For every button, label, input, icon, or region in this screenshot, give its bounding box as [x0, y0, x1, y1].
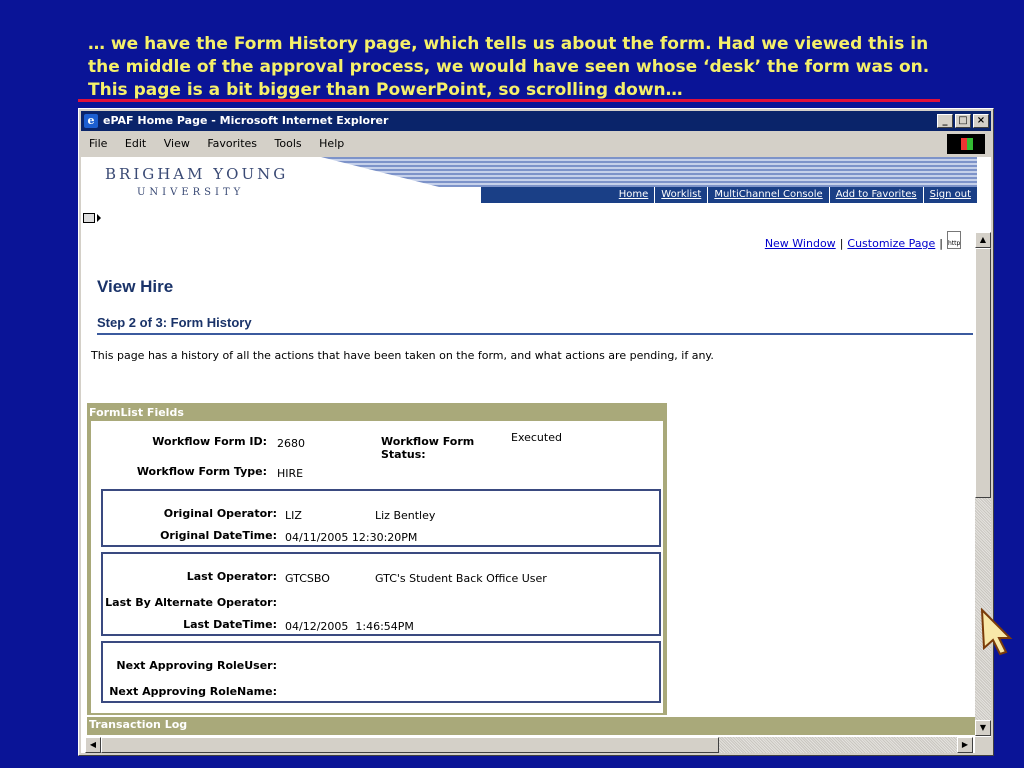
menu-favorites[interactable]: Favorites: [207, 137, 257, 150]
workflow-form-id-label: Workflow Form ID:: [152, 435, 267, 448]
step-title: Step 2 of 3: Form History: [97, 315, 252, 330]
byu-logo-line1: BRIGHAM YOUNG: [105, 165, 289, 183]
transaction-log-header: Transaction Log: [87, 717, 977, 735]
customize-page-link[interactable]: Customize Page: [847, 237, 935, 250]
page-content: BRIGHAM YOUNG UNIVERSITY Home Worklist M…: [81, 157, 991, 753]
last-alternate-operator-label: Last By Alternate Operator:: [105, 596, 277, 609]
caption-underline: [78, 99, 940, 102]
close-button[interactable]: ×: [973, 114, 989, 128]
workflow-form-type-label: Workflow Form Type:: [136, 465, 267, 478]
horizontal-scrollbar[interactable]: ◀ ▶: [85, 737, 973, 753]
banner-stripes: [321, 157, 977, 187]
byu-logo-line2: UNIVERSITY: [137, 187, 245, 198]
transaction-log-title: Transaction Log: [89, 718, 188, 731]
workflow-form-status-value: Executed: [511, 431, 562, 444]
scroll-up-button[interactable]: ▲: [975, 232, 991, 248]
next-approving-rolename-label: Next Approving RoleName:: [109, 685, 277, 698]
last-operator-label: Last Operator:: [186, 570, 277, 583]
original-operator-box: Original Operator: LIZ Liz Bentley Origi…: [101, 489, 661, 547]
workflow-form-id-value: 2680: [277, 437, 305, 450]
minimize-button[interactable]: _: [937, 114, 953, 128]
title-bar: e ePAF Home Page - Microsoft Internet Ex…: [81, 111, 991, 131]
workflow-form-type-value: HIRE: [277, 467, 304, 480]
page-title: View Hire: [97, 277, 174, 296]
scroll-right-button[interactable]: ▶: [957, 737, 973, 753]
nav-worklist-link[interactable]: Worklist: [654, 187, 707, 203]
horizontal-scroll-thumb[interactable]: [101, 737, 719, 753]
window-title: ePAF Home Page - Microsoft Internet Expl…: [103, 114, 389, 127]
menu-tools[interactable]: Tools: [275, 137, 302, 150]
last-operator-id: GTCSBO: [285, 572, 330, 585]
step-divider: [97, 333, 973, 335]
byu-banner: BRIGHAM YOUNG UNIVERSITY Home Worklist M…: [81, 157, 977, 209]
formlist-header: FormList Fields: [89, 406, 184, 419]
scroll-down-button[interactable]: ▼: [975, 720, 991, 736]
next-approver-box: Next Approving RoleUser: Next Approving …: [101, 641, 661, 703]
http-icon[interactable]: http: [947, 231, 961, 249]
browser-window: e ePAF Home Page - Microsoft Internet Ex…: [78, 108, 994, 756]
menu-bar: File Edit View Favorites Tools Help: [81, 133, 991, 155]
internet-explorer-icon: e: [84, 114, 98, 128]
mouse-pointer-icon: [980, 608, 1013, 656]
menu-toggle-icon[interactable]: [83, 213, 95, 223]
page-toolbar-links: New Window | Customize Page |: [764, 237, 943, 250]
menu-view[interactable]: View: [164, 137, 190, 150]
expand-arrow-icon[interactable]: [97, 214, 101, 222]
menu-file[interactable]: File: [89, 137, 107, 150]
top-nav: Home Worklist MultiChannel Console Add t…: [481, 187, 977, 203]
vertical-scroll-thumb[interactable]: [975, 248, 991, 498]
original-datetime-value: 04/11/2005 12:30:20PM: [285, 531, 418, 544]
original-operator-name: Liz Bentley: [375, 509, 436, 522]
slide-caption: … we have the Form History page, which t…: [88, 34, 930, 100]
last-operator-name: GTC's Student Back Office User: [375, 572, 547, 585]
formlist-fields-panel: FormList Fields Workflow Form ID: 2680 W…: [87, 403, 667, 715]
nav-add-to-favorites-link[interactable]: Add to Favorites: [828, 187, 923, 203]
last-datetime-value: 04/12/2005 1:46:54PM: [285, 620, 414, 633]
original-operator-id: LIZ: [285, 509, 302, 522]
nav-home-link[interactable]: Home: [613, 187, 655, 203]
menu-edit[interactable]: Edit: [125, 137, 146, 150]
maximize-button[interactable]: □: [955, 114, 971, 128]
scrollbar-corner: [975, 737, 991, 753]
last-datetime-label: Last DateTime:: [183, 618, 277, 631]
nav-multichannel-console-link[interactable]: MultiChannel Console: [707, 187, 828, 203]
original-operator-label: Original Operator:: [163, 507, 277, 520]
workflow-form-status-label: Workflow Form Status:: [381, 435, 475, 461]
page-description: This page has a history of all the actio…: [91, 349, 714, 362]
nav-sign-out-link[interactable]: Sign out: [922, 187, 977, 203]
new-window-link[interactable]: New Window: [765, 237, 836, 250]
windows-logo-icon: [947, 134, 985, 154]
original-datetime-label: Original DateTime:: [160, 529, 277, 542]
last-operator-box: Last Operator: GTCSBO GTC's Student Back…: [101, 552, 661, 636]
vertical-scrollbar[interactable]: ▲ ▼: [975, 232, 991, 736]
menu-help[interactable]: Help: [319, 137, 344, 150]
formlist-body: Workflow Form ID: 2680 Workflow Form Stat…: [91, 421, 663, 713]
next-approving-roleuser-label: Next Approving RoleUser:: [116, 659, 277, 672]
scroll-left-button[interactable]: ◀: [85, 737, 101, 753]
